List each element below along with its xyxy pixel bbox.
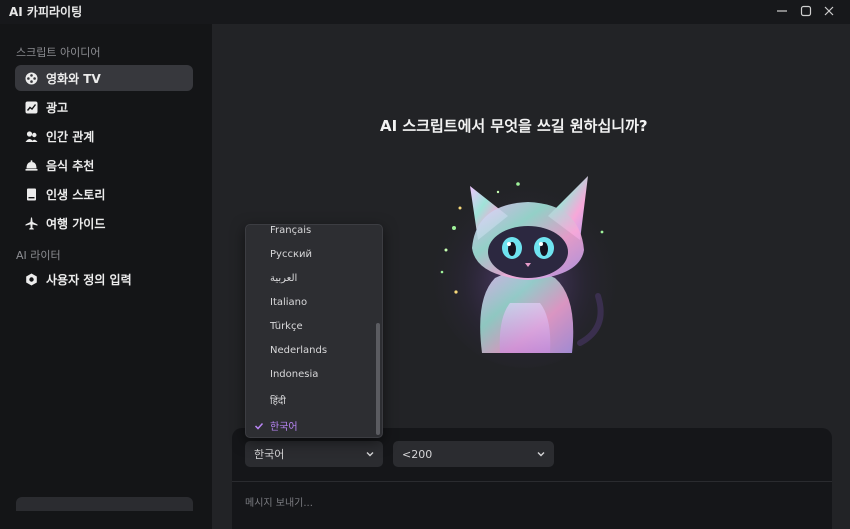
film-reel-icon — [25, 72, 38, 85]
language-option-turkish[interactable]: Türkçe — [270, 321, 303, 332]
app-title: AI 카피라이팅 — [9, 5, 83, 19]
composer-divider — [232, 481, 832, 482]
airplane-icon — [25, 217, 38, 230]
language-option-italian[interactable]: Italiano — [270, 297, 307, 308]
sidebar-item-label: 음식 추천 — [46, 158, 95, 173]
sidebar-item-label: 여행 가이드 — [46, 216, 106, 231]
hexagon-gear-icon — [25, 273, 38, 286]
sidebar-item-food[interactable]: 음식 추천 — [15, 152, 193, 178]
page-title: AI 스크립트에서 무엇을 쓰길 원하십니까? — [380, 117, 648, 135]
close-button[interactable] — [818, 2, 840, 20]
sidebar-item-advertising[interactable]: 광고 — [15, 94, 193, 120]
language-option-dutch[interactable]: Nederlands — [270, 345, 327, 356]
message-input[interactable]: 메시지 보내기... — [245, 494, 313, 509]
title-bar: AI 카피라이팅 — [0, 0, 850, 24]
sidebar-item-travel[interactable]: 여행 가이드 — [15, 210, 193, 236]
minimize-icon — [777, 10, 787, 12]
language-select-value: 한국어 — [254, 448, 285, 461]
language-select[interactable]: 한국어 — [245, 441, 383, 467]
dropdown-scrollbar[interactable] — [376, 323, 380, 435]
sidebar-item-custom-input[interactable]: 사용자 정의 입력 — [15, 266, 193, 292]
maximize-icon — [800, 5, 812, 17]
chart-icon — [25, 101, 38, 114]
close-icon — [824, 6, 834, 16]
language-option-arabic[interactable]: العربية — [270, 273, 297, 284]
language-option-hindi[interactable]: हिंदी — [270, 393, 286, 407]
minimize-button[interactable] — [771, 2, 793, 20]
section-label-script-ideas: 스크립트 아이디어 — [16, 46, 101, 59]
sidebar-item-label: 광고 — [46, 100, 69, 115]
sidebar-bottom-button[interactable] — [16, 497, 193, 511]
length-select[interactable]: <200 — [393, 441, 554, 467]
language-option-indonesian[interactable]: Indonesia — [270, 369, 318, 380]
language-dropdown: Français Русский العربية Italiano Türkçe… — [245, 224, 383, 438]
length-select-value: <200 — [402, 447, 433, 461]
sidebar-item-label: 인간 관계 — [46, 129, 95, 144]
sidebar-item-relationships[interactable]: 인간 관계 — [15, 123, 193, 149]
app-window: AI 카피라이팅 스크립트 아이디어 영화와 TV 광고 인간 관계 음식 추천… — [0, 0, 850, 529]
sidebar-item-label: 인생 스토리 — [46, 187, 106, 202]
sidebar-item-life-story[interactable]: 인생 스토리 — [15, 181, 193, 207]
language-option-russian[interactable]: Русский — [270, 249, 312, 260]
sidebar-item-label: 사용자 정의 입력 — [46, 272, 132, 287]
checkmark-icon — [254, 422, 264, 430]
sidebar-item-label: 영화와 TV — [46, 71, 101, 86]
book-icon — [25, 188, 38, 201]
language-option-french[interactable]: Français — [270, 225, 311, 236]
people-icon — [25, 130, 38, 143]
section-label-ai-writer: AI 라이터 — [16, 249, 61, 262]
food-cloche-icon — [25, 159, 38, 172]
chevron-down-icon — [366, 452, 374, 457]
crystal-cat-illustration — [433, 176, 617, 368]
language-option-korean[interactable]: 한국어 — [270, 418, 298, 433]
sidebar-item-movies-tv[interactable]: 영화와 TV — [15, 65, 193, 91]
maximize-button[interactable] — [795, 2, 817, 20]
chevron-down-icon — [537, 452, 545, 457]
